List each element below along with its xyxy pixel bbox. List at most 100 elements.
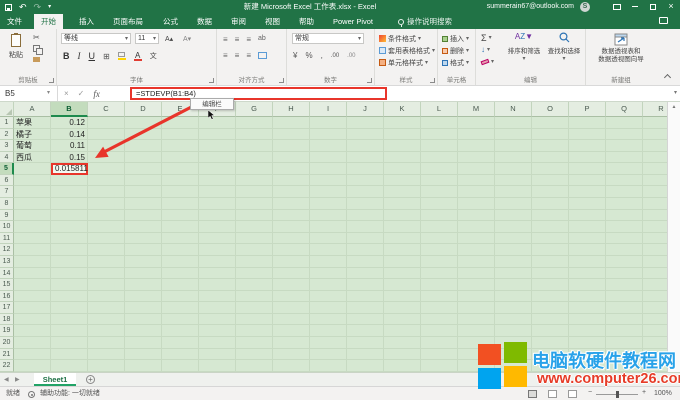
column-header[interactable]: L — [421, 102, 458, 117]
cell[interactable] — [347, 302, 384, 314]
italic-icon[interactable]: I — [78, 51, 81, 61]
cell[interactable] — [88, 175, 125, 187]
column-header[interactable]: K — [384, 102, 421, 117]
normal-view-icon[interactable] — [528, 390, 537, 398]
cell[interactable] — [347, 360, 384, 372]
format-as-table-button[interactable]: 套用表格格式 ▾ — [379, 46, 435, 55]
cell[interactable] — [199, 337, 236, 349]
cell[interactable] — [273, 198, 310, 210]
styles-dialog-launcher-icon[interactable] — [430, 78, 435, 83]
cell[interactable] — [458, 256, 495, 268]
cell[interactable] — [569, 117, 606, 129]
cell[interactable] — [273, 186, 310, 198]
cell[interactable] — [310, 140, 347, 152]
cell[interactable] — [569, 221, 606, 233]
tab-page-layout[interactable]: 页面布局 — [106, 14, 150, 29]
cell[interactable] — [51, 337, 88, 349]
formula-input[interactable]: =STDEVP(B1:B4) — [130, 87, 387, 100]
align-middle-icon[interactable]: ≡ — [235, 35, 240, 44]
cell[interactable] — [199, 244, 236, 256]
cell[interactable] — [51, 360, 88, 372]
font-dialog-launcher-icon[interactable] — [209, 78, 214, 83]
column-header[interactable]: C — [88, 102, 125, 117]
cell[interactable] — [199, 210, 236, 222]
row-header[interactable]: 4 — [0, 152, 14, 164]
cell[interactable] — [532, 129, 569, 141]
tab-review[interactable]: 审阅 — [224, 14, 253, 29]
row-header[interactable]: 22 — [0, 360, 14, 372]
cell[interactable] — [421, 175, 458, 187]
cell[interactable] — [273, 325, 310, 337]
cell[interactable] — [495, 198, 532, 210]
cell[interactable] — [14, 186, 51, 198]
cell[interactable] — [458, 244, 495, 256]
cell[interactable] — [125, 349, 162, 361]
cell[interactable] — [495, 268, 532, 280]
insert-cells-button[interactable]: 插入 ▾ — [442, 34, 469, 43]
clear-button[interactable]: ▾ — [481, 57, 494, 66]
cell[interactable]: 橘子 — [14, 129, 51, 141]
cell[interactable] — [310, 221, 347, 233]
cell[interactable] — [125, 175, 162, 187]
cell[interactable] — [88, 233, 125, 245]
cell[interactable] — [125, 129, 162, 141]
cell[interactable] — [310, 210, 347, 222]
row-header[interactable]: 16 — [0, 291, 14, 303]
cell[interactable] — [347, 140, 384, 152]
cell[interactable] — [125, 186, 162, 198]
column-header[interactable]: Q — [606, 102, 643, 117]
cell[interactable] — [125, 291, 162, 303]
cell[interactable] — [458, 268, 495, 280]
cell[interactable] — [495, 175, 532, 187]
row-header[interactable]: 20 — [0, 337, 14, 349]
cell[interactable] — [125, 244, 162, 256]
cell[interactable] — [199, 302, 236, 314]
cell[interactable] — [310, 302, 347, 314]
row-header[interactable]: 15 — [0, 279, 14, 291]
copy-icon[interactable] — [33, 45, 40, 52]
row-header[interactable]: 11 — [0, 233, 14, 245]
cell[interactable] — [532, 175, 569, 187]
cell[interactable] — [458, 152, 495, 164]
cell[interactable] — [125, 256, 162, 268]
cell[interactable] — [310, 349, 347, 361]
cell[interactable] — [162, 140, 199, 152]
cell[interactable] — [273, 314, 310, 326]
cell[interactable] — [532, 163, 569, 175]
cell[interactable] — [125, 163, 162, 175]
cell[interactable] — [236, 117, 273, 129]
column-header[interactable]: O — [532, 102, 569, 117]
cell[interactable] — [495, 314, 532, 326]
row-header[interactable]: 13 — [0, 256, 14, 268]
cell[interactable] — [88, 140, 125, 152]
underline-icon[interactable]: U — [89, 51, 96, 61]
cell[interactable] — [125, 302, 162, 314]
cell[interactable] — [236, 302, 273, 314]
cell[interactable] — [310, 268, 347, 280]
cell[interactable] — [310, 337, 347, 349]
cell[interactable] — [273, 175, 310, 187]
cell[interactable] — [88, 302, 125, 314]
cell[interactable] — [162, 129, 199, 141]
cell[interactable] — [532, 279, 569, 291]
column-header[interactable]: A — [14, 102, 51, 117]
cell[interactable] — [606, 186, 643, 198]
cell[interactable] — [421, 291, 458, 303]
cell[interactable] — [125, 233, 162, 245]
cell[interactable] — [51, 210, 88, 222]
borders-icon[interactable]: ⊞ — [103, 52, 110, 61]
cell[interactable] — [421, 256, 458, 268]
cell[interactable] — [199, 221, 236, 233]
cell[interactable] — [569, 210, 606, 222]
row-header[interactable]: 10 — [0, 221, 14, 233]
cell[interactable] — [88, 117, 125, 129]
tab-view[interactable]: 视图 — [258, 14, 287, 29]
cell[interactable] — [606, 291, 643, 303]
page-break-view-icon[interactable] — [568, 390, 577, 398]
cell[interactable] — [125, 279, 162, 291]
insert-function-icon[interactable]: fx — [93, 89, 100, 99]
increase-decimal-icon[interactable]: .00 — [331, 53, 339, 59]
cell[interactable] — [606, 163, 643, 175]
cell[interactable]: 0.015811 — [51, 163, 88, 175]
cell[interactable] — [51, 244, 88, 256]
